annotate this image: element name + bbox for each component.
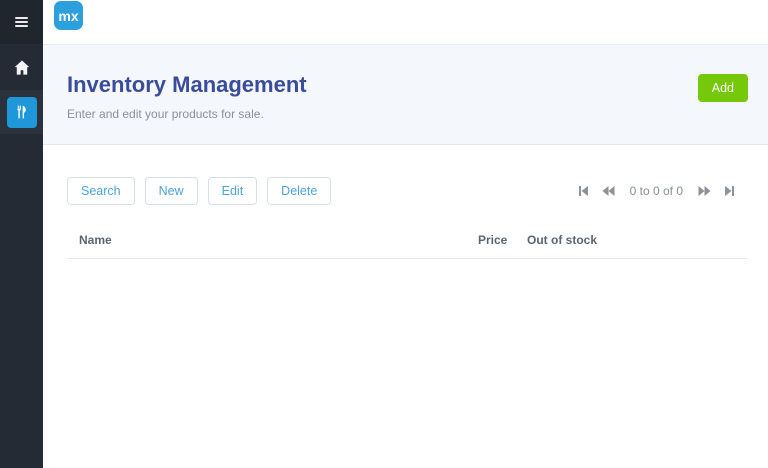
pagination-status: 0 to 0 of 0: [629, 184, 683, 198]
main-area: Inventory Management Enter and edit your…: [43, 45, 768, 468]
toolbar-button-group: Search New Edit Delete: [67, 177, 332, 205]
active-tile[interactable]: [6, 96, 37, 128]
home-icon: [14, 60, 29, 75]
page-subtitle: Enter and edit your products for sale.: [67, 107, 264, 121]
column-header-price[interactable]: Price: [466, 222, 515, 258]
pagination: 0 to 0 of 0: [578, 184, 735, 198]
next-page-icon[interactable]: [698, 185, 711, 197]
sidebar-item-inventory[interactable]: [0, 90, 43, 134]
column-header-name[interactable]: Name: [67, 222, 466, 258]
app-window: mx Inventory Management Enter and edit y…: [0, 0, 768, 468]
topbar: mx: [43, 0, 768, 45]
edit-button[interactable]: Edit: [207, 177, 258, 205]
content: Search New Edit Delete 0 to 0 of 0 Name …: [43, 177, 768, 439]
sidebar-menu-toggle[interactable]: [0, 0, 43, 44]
new-button[interactable]: New: [144, 177, 198, 205]
last-page-icon[interactable]: [724, 185, 735, 197]
previous-page-icon[interactable]: [602, 185, 615, 197]
app-logo[interactable]: mx: [54, 1, 83, 30]
delete-button[interactable]: Delete: [267, 177, 332, 205]
datagrid-body-empty: [67, 259, 748, 439]
cutlery-icon: [17, 105, 26, 119]
search-button[interactable]: Search: [67, 177, 135, 205]
page-header: Inventory Management Enter and edit your…: [43, 45, 768, 145]
first-page-icon[interactable]: [578, 185, 589, 197]
hamburger-icon[interactable]: [15, 17, 28, 27]
grid-toolbar: Search New Edit Delete 0 to 0 of 0: [67, 177, 748, 205]
page-title: Inventory Management: [67, 72, 307, 97]
add-button[interactable]: Add: [697, 74, 748, 102]
sidebar-item-home[interactable]: [0, 44, 43, 90]
products-datagrid: Name Price Out of stock: [67, 222, 748, 439]
sidebar: [0, 0, 43, 468]
datagrid-header-row: Name Price Out of stock: [67, 222, 748, 259]
column-header-out-of-stock[interactable]: Out of stock: [515, 222, 748, 258]
